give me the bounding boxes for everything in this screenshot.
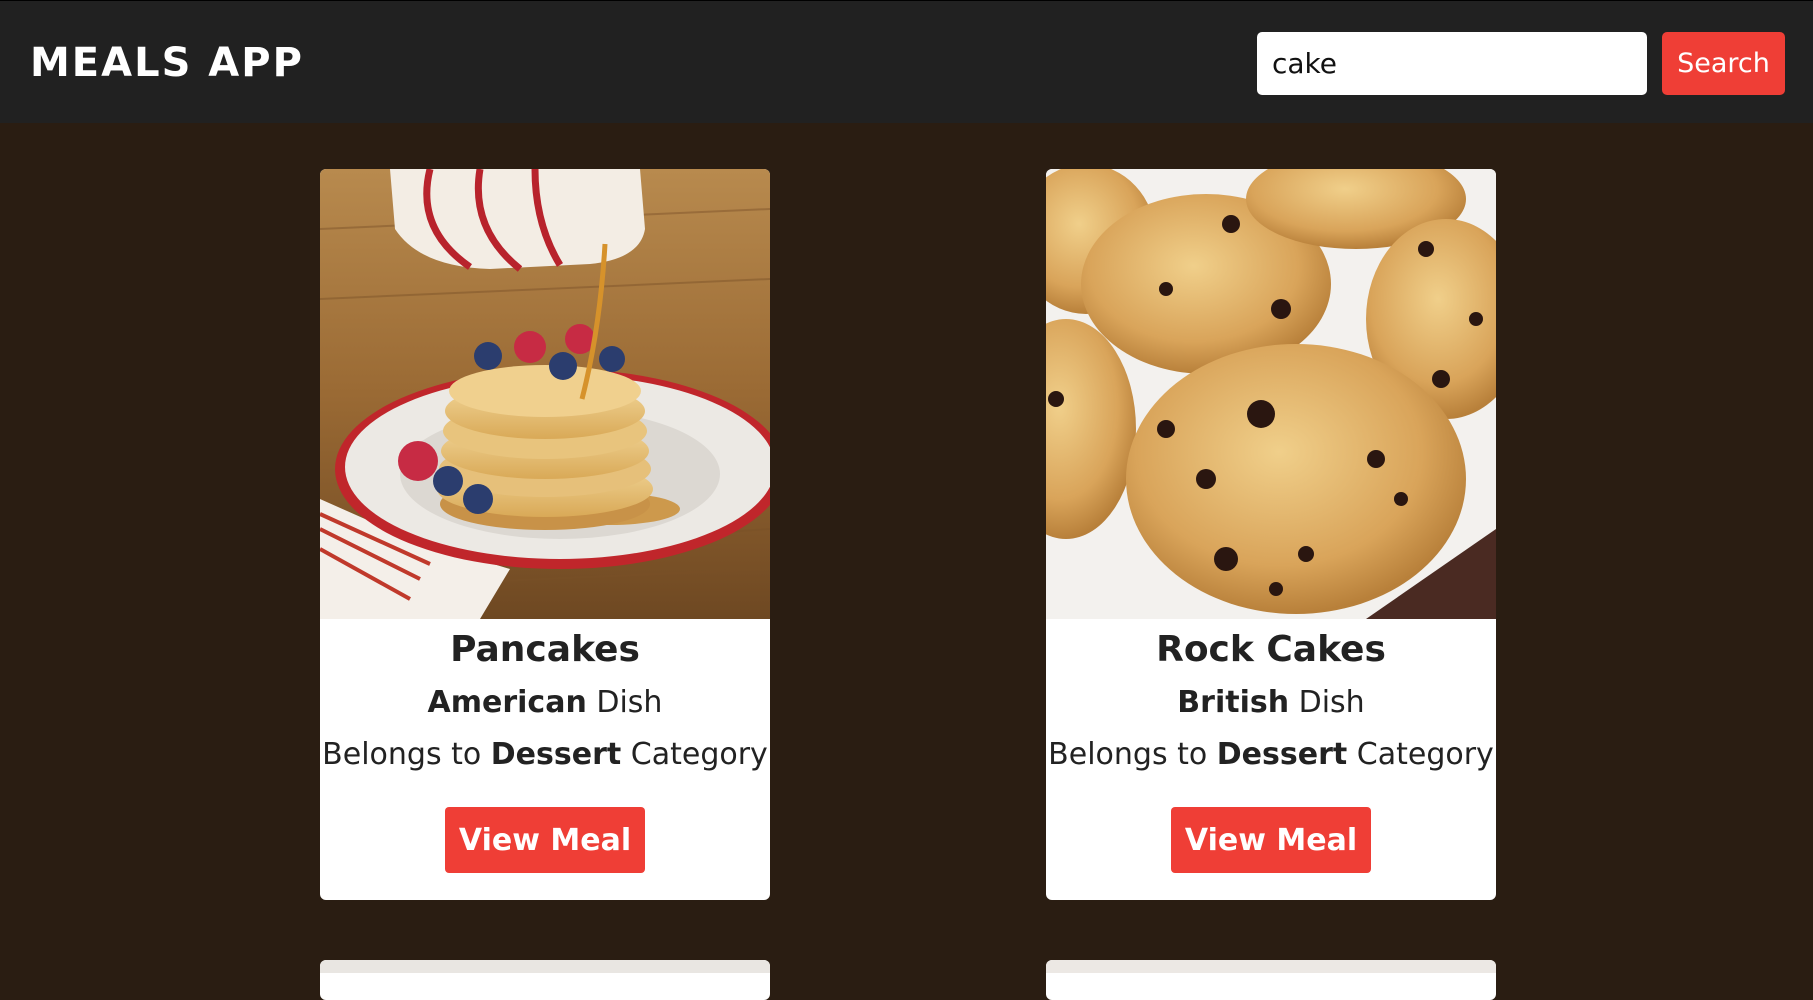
meal-category-prefix: Belongs to	[1048, 737, 1217, 772]
meal-area-name: British	[1177, 685, 1290, 720]
rock-cakes-image	[1046, 169, 1496, 619]
view-meal-button[interactable]: View Meal	[445, 807, 645, 873]
meal-card: Pancakes American Dish Belongs to Desser…	[320, 169, 770, 900]
meal-image-partial	[1046, 960, 1496, 973]
meal-image-partial	[320, 960, 770, 973]
meal-card-partial	[1046, 960, 1496, 1000]
meal-name: Rock Cakes	[1156, 629, 1386, 670]
meal-category-prefix: Belongs to	[322, 737, 491, 772]
view-meal-button[interactable]: View Meal	[1171, 807, 1371, 873]
meal-card: Rock Cakes British Dish Belongs to Desse…	[1046, 169, 1496, 900]
meal-area-suffix: Dish	[586, 685, 663, 720]
meal-category: Belongs to Dessert Category	[1046, 735, 1496, 775]
meal-name: Pancakes	[450, 629, 640, 670]
meal-area: British Dish	[1046, 683, 1496, 723]
top-navbar: MEALS APP Search	[0, 0, 1813, 123]
meal-area-suffix: Dish	[1289, 685, 1365, 720]
meal-area-name: American	[427, 685, 587, 720]
meal-category-suffix: Category	[1347, 737, 1494, 772]
meal-area: American Dish	[320, 683, 770, 723]
meal-category-name: Dessert	[490, 737, 622, 772]
search-input[interactable]	[1257, 32, 1647, 95]
meal-category-name: Dessert	[1216, 737, 1348, 772]
meal-category: Belongs to Dessert Category	[320, 735, 770, 775]
meal-category-suffix: Category	[621, 737, 768, 772]
pancakes-image	[320, 169, 770, 619]
meal-card-partial	[320, 960, 770, 1000]
search-button[interactable]: Search	[1662, 32, 1785, 95]
app-title: MEALS APP	[30, 40, 304, 86]
